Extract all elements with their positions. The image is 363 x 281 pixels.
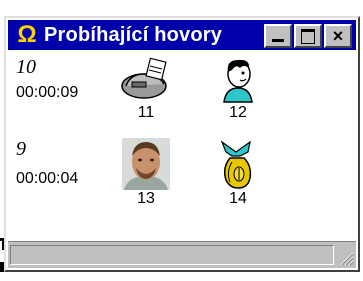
party-number: 11: [137, 104, 155, 121]
window-title: Probíhající hovory: [44, 23, 223, 46]
resize-grip-icon[interactable]: [338, 250, 354, 266]
person-cartoon-icon: [223, 59, 253, 103]
minimize-button[interactable]: [264, 24, 292, 48]
party-tile[interactable]: 13: [116, 138, 176, 208]
close-icon: ×: [332, 26, 344, 46]
party-number: 14: [229, 190, 247, 207]
title-bar[interactable]: Ω Probíhající hovory ×: [8, 20, 356, 50]
window-controls: ×: [264, 24, 352, 48]
maximize-button[interactable]: [294, 24, 322, 48]
calls-list: 10 00:00:09 11 12 9 00:00:04 13 14: [12, 54, 352, 240]
calls-window: Ω Probíhající hovory × 10 00:00:09 11 12…: [4, 16, 360, 272]
call-duration: 00:00:09: [16, 84, 79, 101]
moneybag-icon: [220, 140, 252, 189]
person-photo-icon: [122, 138, 170, 190]
close-button[interactable]: ×: [324, 24, 352, 48]
party-tile[interactable]: 14: [208, 138, 268, 208]
party-tile[interactable]: 11: [116, 56, 176, 122]
party-tile[interactable]: 12: [208, 56, 268, 122]
line-number: 10: [16, 56, 36, 78]
party-number: 12: [229, 104, 247, 121]
omega-icon[interactable]: Ω: [14, 22, 40, 48]
party-number: 13: [137, 190, 155, 207]
fax-icon: [121, 57, 167, 99]
call-duration: 00:00:04: [16, 170, 79, 187]
line-number: 9: [16, 138, 26, 160]
status-pane: [10, 245, 334, 265]
status-bar: [8, 241, 356, 268]
